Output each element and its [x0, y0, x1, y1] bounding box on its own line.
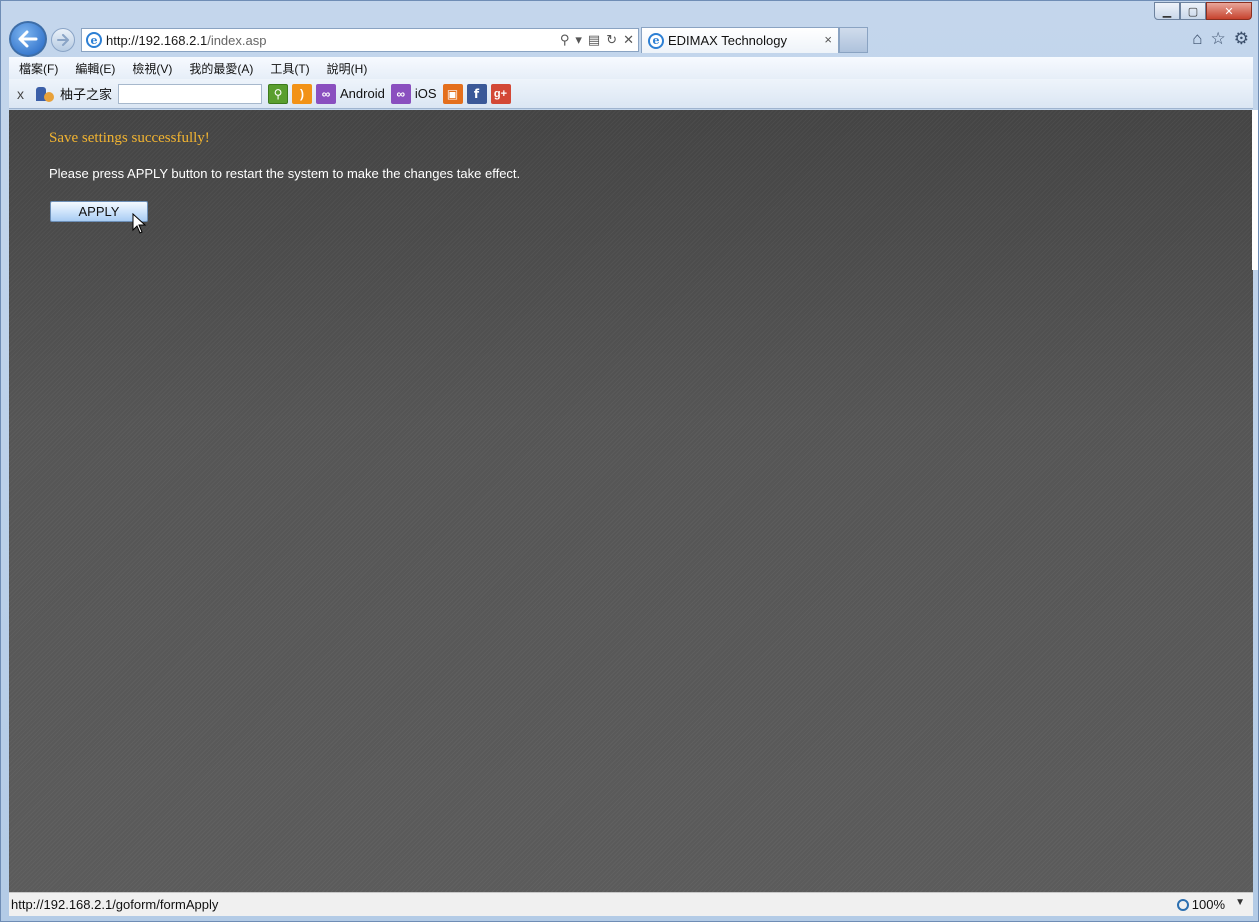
- zoom-level: 100%: [1191, 897, 1225, 912]
- close-window-button[interactable]: ✕: [1206, 2, 1252, 20]
- status-bar: http://192.168.2.1/goform/formApply 100%…: [9, 892, 1253, 916]
- google-plus-icon[interactable]: g+: [490, 83, 511, 104]
- star-icon[interactable]: ☆: [1211, 29, 1226, 49]
- browser-right-icons: ⌂ ☆ ⚙: [1192, 29, 1249, 49]
- compat-view-icon[interactable]: ▤: [588, 32, 600, 48]
- minimize-button[interactable]: ▁: [1154, 2, 1180, 20]
- forward-button[interactable]: [51, 28, 75, 52]
- tab-edimax[interactable]: e EDIMAX Technology ×: [641, 27, 839, 53]
- dropdown-icon[interactable]: ▾: [575, 32, 582, 48]
- menu-file[interactable]: 檔案(F): [19, 60, 58, 77]
- address-url[interactable]: http://192.168.2.1/index.asp: [106, 33, 266, 48]
- url-path: /index.asp: [207, 32, 267, 48]
- zoom-icon: [1176, 898, 1189, 911]
- address-tools: ⚲ ▾ ▤ ↻ ✕: [560, 32, 634, 48]
- home-icon[interactable]: ⌂: [1192, 29, 1202, 49]
- toolbar-search-input[interactable]: [118, 83, 263, 104]
- page-content: Save settings successfully! Please press…: [9, 110, 1253, 892]
- site-label[interactable]: 柚子之家: [60, 84, 112, 103]
- site-logo-icon[interactable]: [34, 84, 56, 104]
- zoom-control[interactable]: 100%: [1176, 897, 1225, 912]
- navigation-row: e http://192.168.2.1/index.asp ⚲ ▾ ▤ ↻ ✕…: [9, 21, 1253, 57]
- link-icon[interactable]: ∞: [390, 83, 411, 104]
- search-icon[interactable]: ⚲: [268, 83, 289, 104]
- back-button[interactable]: [9, 21, 47, 57]
- ios-link[interactable]: iOS: [415, 86, 437, 101]
- tab-close-icon[interactable]: ×: [824, 32, 832, 47]
- browser-window: ▁ ▢ ✕ e http://192.168.2.1/index.asp ⚲ ▾…: [0, 0, 1259, 922]
- facebook-icon[interactable]: f: [466, 83, 487, 104]
- address-bar[interactable]: e http://192.168.2.1/index.asp ⚲ ▾ ▤ ↻ ✕: [81, 28, 639, 52]
- tab-title: EDIMAX Technology: [668, 33, 787, 48]
- mouse-cursor-icon: [132, 213, 147, 234]
- scroll-edge: [1252, 110, 1258, 270]
- refresh-icon[interactable]: ↻: [606, 32, 617, 48]
- blog-icon[interactable]: ▣: [442, 83, 463, 104]
- toolbar-close-icon[interactable]: x: [17, 86, 24, 102]
- menu-favorites[interactable]: 我的最愛(A): [189, 60, 253, 77]
- menu-edit[interactable]: 編輯(E): [75, 60, 115, 77]
- search-icon[interactable]: ⚲: [560, 32, 570, 48]
- instruction-text: Please press APPLY button to restart the…: [49, 166, 521, 181]
- stop-icon[interactable]: ✕: [623, 32, 634, 48]
- tab-ie-icon: e: [648, 32, 664, 49]
- zoom-dropdown-icon[interactable]: ▼: [1235, 897, 1245, 908]
- menu-tools[interactable]: 工具(T): [270, 60, 309, 77]
- new-tab-button[interactable]: [839, 27, 868, 53]
- addon-toolbar: x 柚子之家 ⚲ ) ∞ Android ∞ iOS ▣ f g+: [9, 79, 1253, 109]
- back-arrow-icon: [18, 30, 38, 48]
- caption-buttons: ▁ ▢ ✕: [1154, 2, 1252, 20]
- forward-arrow-icon: [57, 34, 69, 46]
- success-message: Save settings successfully!: [49, 130, 210, 146]
- url-host: http://192.168.2.1: [106, 32, 208, 48]
- android-link[interactable]: Android: [340, 86, 385, 101]
- menu-help[interactable]: 說明(H): [327, 60, 368, 77]
- rss-icon[interactable]: ): [292, 83, 313, 104]
- link-icon[interactable]: ∞: [316, 83, 337, 104]
- maximize-button[interactable]: ▢: [1180, 2, 1206, 20]
- status-url: http://192.168.2.1/goform/formApply: [11, 897, 219, 912]
- gear-icon[interactable]: ⚙: [1234, 29, 1249, 49]
- ie-page-icon: e: [86, 32, 102, 48]
- menu-view[interactable]: 檢視(V): [132, 60, 172, 77]
- menu-bar: 檔案(F) 編輯(E) 檢視(V) 我的最愛(A) 工具(T) 說明(H): [9, 57, 1253, 79]
